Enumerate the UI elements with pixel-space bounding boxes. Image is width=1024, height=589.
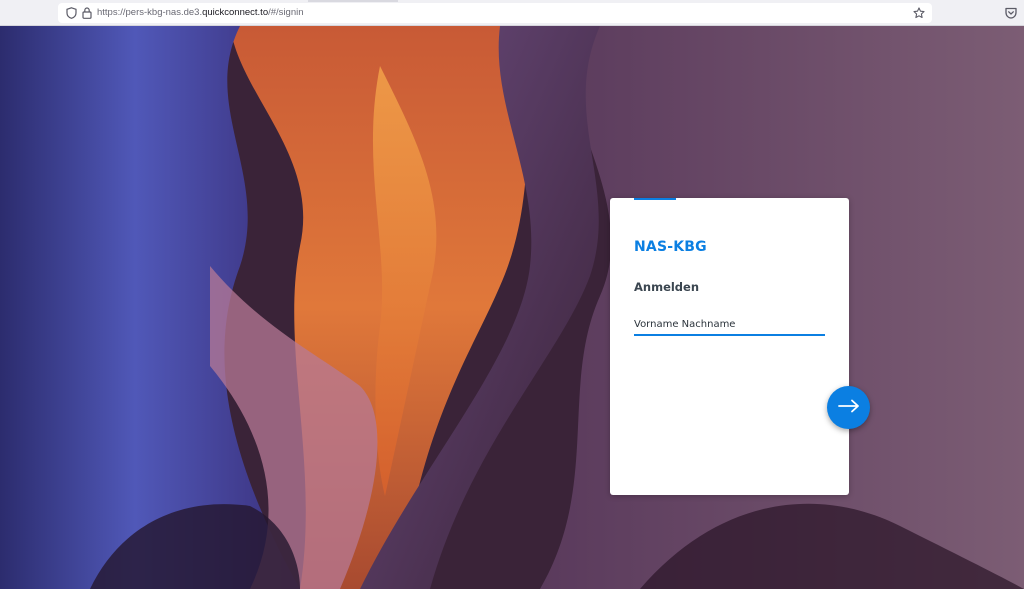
login-card: NAS-KBG Anmelden (610, 198, 849, 495)
card-accent-bar (634, 198, 676, 200)
canyon-wallpaper (0, 26, 1024, 589)
browser-toolbar: https://pers-kbg-nas.de3.quickconnect.to… (0, 0, 1024, 26)
shield-icon[interactable] (64, 3, 78, 23)
username-input[interactable] (634, 314, 825, 336)
signin-heading: Anmelden (634, 280, 700, 294)
url-suffix: /#/signin (268, 7, 304, 18)
url-text[interactable]: https://pers-kbg-nas.de3.quickconnect.to… (97, 3, 304, 23)
arrow-right-icon (837, 399, 860, 416)
address-bar[interactable]: https://pers-kbg-nas.de3.quickconnect.to… (58, 3, 932, 23)
tab-strip-edge (308, 0, 398, 2)
server-name: NAS-KBG (634, 239, 707, 255)
url-host: quickconnect.to (202, 7, 269, 18)
bookmark-star-icon[interactable] (912, 3, 926, 23)
next-button[interactable] (827, 386, 870, 429)
url-prefix: https://pers-kbg-nas.de3. (97, 7, 203, 18)
pocket-icon[interactable] (1004, 6, 1018, 20)
lock-icon[interactable] (80, 3, 94, 23)
